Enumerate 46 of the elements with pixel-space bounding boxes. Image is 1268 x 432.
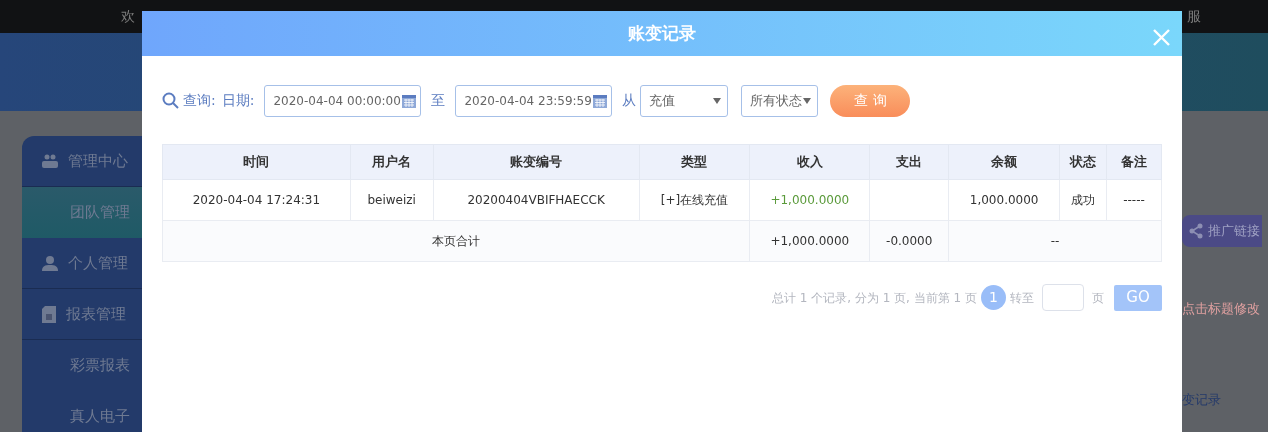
status-select[interactable]: 所有状态: [741, 84, 819, 117]
column-header: 备注: [1106, 144, 1162, 180]
column-header: 支出: [869, 144, 949, 180]
sidebar-subitem[interactable]: 团队管理: [22, 187, 142, 238]
date-field[interactable]: 2020-04-04 00:00:00: [264, 84, 422, 117]
sidebar-subitem[interactable]: 真人电子: [22, 391, 142, 432]
table-cell: [+]在线充值: [639, 179, 750, 221]
table-cell: 成功: [1059, 179, 1107, 221]
goto-label: 转至: [1010, 289, 1034, 307]
column-header: 用户名: [350, 144, 434, 180]
hint-text: 点击标题修改: [1182, 299, 1261, 318]
total-income: +1,000.0000: [749, 220, 870, 262]
table-cell: 2020-04-04 17:24:31: [162, 179, 351, 221]
from-label: 从: [622, 91, 637, 110]
column-header: 状态: [1059, 144, 1107, 180]
sidebar-label: 报表管理: [66, 303, 126, 325]
table-cell: 1,000.0000: [948, 179, 1060, 221]
type-select[interactable]: 充值: [640, 84, 729, 117]
date-field[interactable]: 2020-04-04 23:59:59: [455, 84, 613, 117]
page-unit-label: 页: [1092, 289, 1104, 307]
table-cell: beiweizi: [350, 179, 434, 221]
go-button[interactable]: GO: [1114, 284, 1162, 311]
service-link[interactable]: 服: [1187, 6, 1201, 27]
page-button[interactable]: 1: [981, 285, 1006, 310]
date-label: 日期:: [221, 91, 255, 110]
to-label: 至: [431, 91, 446, 110]
column-header: 余额: [948, 144, 1060, 180]
column-header: 账变编号: [433, 144, 639, 180]
query-button[interactable]: 查 询: [830, 84, 911, 117]
table-cell: +1,000.0000: [749, 179, 870, 221]
promo-button[interactable]: 推广链接: [1182, 215, 1262, 247]
column-header: 类型: [639, 144, 750, 180]
total-label: 本页合计: [162, 220, 750, 262]
sidebar-subitem[interactable]: 彩票报表: [22, 340, 142, 391]
table-cell: -----: [1106, 179, 1162, 221]
dialog-title: 账变记录: [628, 21, 696, 45]
column-header: 时间: [162, 144, 351, 180]
table-cell: 20200404VBIFHAECCK: [433, 179, 639, 221]
welcome-text: 欢: [121, 7, 135, 26]
sidebar-label: 管理中心: [68, 150, 128, 172]
search-label: 查询:: [183, 91, 216, 110]
pagination-summary: 总计 1 个记录, 分为 1 页, 当前第 1 页: [771, 289, 977, 307]
column-header: 收入: [749, 144, 870, 180]
total-balance: --: [948, 220, 1162, 262]
total-expense: -0.0000: [869, 220, 949, 262]
sidebar-label: 个人管理: [68, 252, 128, 274]
